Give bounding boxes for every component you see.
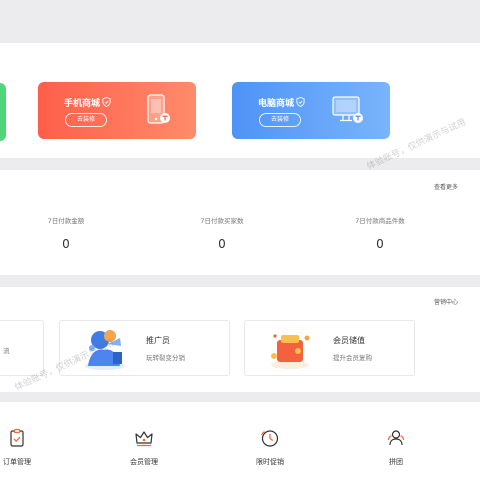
mobile-decorate-button[interactable]: 去装修 <box>65 113 107 127</box>
tools-panel: 订单管理 会员管理 限时促销 拼团 <box>0 402 480 480</box>
phone-icon <box>147 94 170 124</box>
stat-label: 7日付款买家数 <box>200 217 244 225</box>
clipboard-check-icon <box>10 428 24 447</box>
shield-icon <box>296 97 305 107</box>
view-more-link[interactable]: 查看更多 <box>434 182 458 191</box>
marketing-panel: 营销中心 流 推广员 玩转裂变分销 会员储值 提升会员复购 <box>0 287 480 392</box>
promoter-illustration-icon <box>85 330 125 370</box>
member-stored-value-card[interactable]: 会员储值 提升会员复购 <box>244 320 415 376</box>
pc-shop-title: 电脑商城 <box>258 99 295 109</box>
stat-label: 7日付款商品件数 <box>355 217 405 225</box>
stats-panel: 查看更多 7日付款金额 0 7日付款买家数 0 7日付款商品件数 0 <box>0 170 480 275</box>
tool-group-buy[interactable]: 拼团 <box>366 428 426 467</box>
tool-member-management[interactable]: 会员管理 <box>114 428 174 467</box>
pc-decorate-button[interactable]: 去装修 <box>259 113 301 127</box>
stat-label: 7日付款金额 <box>47 217 85 225</box>
tool-order-management[interactable]: 订单管理 <box>0 428 47 467</box>
promoter-subtitle: 玩转裂变分销 <box>146 354 185 362</box>
member-stored-value-title: 会员储值 <box>333 336 365 345</box>
mobile-shop-title: 手机商城 <box>64 99 101 109</box>
tool-label: 限时促销 <box>256 458 284 466</box>
group-icon <box>387 430 405 446</box>
partial-card-text: 流 <box>3 347 10 355</box>
promoter-card[interactable]: 推广员 玩转裂变分销 <box>59 320 230 376</box>
shield-icon <box>102 97 111 107</box>
stat-payment-amount: 7日付款金额 0 <box>6 215 126 251</box>
stat-buyer-count: 7日付款买家数 0 <box>162 215 282 251</box>
partial-marketing-card[interactable]: 流 <box>0 320 44 376</box>
stat-value: 0 <box>62 237 70 251</box>
stat-value: 0 <box>218 237 226 251</box>
promoter-title: 推广员 <box>146 336 170 345</box>
tool-label: 订单管理 <box>3 458 31 466</box>
tool-label: 会员管理 <box>130 458 158 466</box>
marketing-center-link[interactable]: 营销中心 <box>434 297 458 306</box>
member-stored-value-subtitle: 提升会员复购 <box>333 354 372 362</box>
mobile-shop-card[interactable]: 手机商城 去装修 <box>38 82 196 139</box>
partial-shop-card[interactable] <box>0 83 6 141</box>
shop-panel: 手机商城 去装修 电脑商城 去装修 <box>0 43 480 158</box>
pc-shop-card[interactable]: 电脑商城 去装修 <box>232 82 390 139</box>
tool-label: 拼团 <box>389 458 403 466</box>
monitor-icon <box>332 96 363 123</box>
clock-icon <box>260 430 279 447</box>
wallet-illustration-icon <box>271 334 310 369</box>
tool-flash-sale[interactable]: 限时促销 <box>240 428 300 467</box>
stat-item-count: 7日付款商品件数 0 <box>320 215 440 251</box>
stat-value: 0 <box>376 237 384 251</box>
crown-icon <box>135 431 153 447</box>
